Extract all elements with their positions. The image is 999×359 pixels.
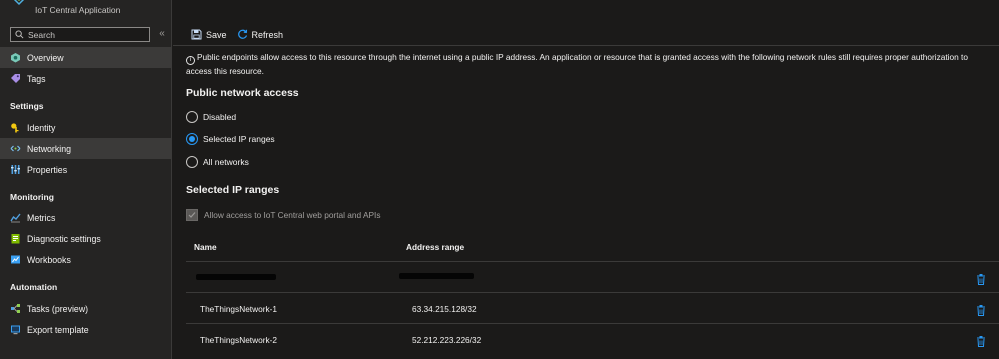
public-network-access-heading: Public network access bbox=[186, 87, 299, 99]
section-heading-settings: Settings bbox=[10, 101, 44, 111]
sidebar-item-properties[interactable]: Properties bbox=[0, 159, 172, 180]
sidebar-item-overview[interactable]: Overview bbox=[0, 47, 172, 68]
sidebar-item-label: Diagnostic settings bbox=[27, 233, 101, 244]
allow-portal-label: Allow access to IoT Central web portal a… bbox=[204, 210, 381, 220]
sidebar-item-label: Export template bbox=[27, 324, 89, 335]
app-header: IoT Central Application bbox=[0, 0, 172, 22]
refresh-icon bbox=[237, 29, 247, 39]
sidebar-item-label: Workbooks bbox=[27, 254, 71, 265]
radio-selected-ip-ranges[interactable]: Selected IP ranges bbox=[186, 133, 275, 145]
metrics-icon bbox=[10, 212, 21, 223]
checkmark-icon bbox=[188, 212, 196, 218]
tasks-icon bbox=[10, 303, 21, 314]
key-icon bbox=[10, 122, 21, 133]
radio-label: All networks bbox=[203, 157, 249, 167]
sidebar-item-label: Identity bbox=[27, 122, 56, 133]
sidebar-item-networking[interactable]: Networking bbox=[0, 138, 172, 159]
save-label: Save bbox=[206, 29, 227, 40]
row-name: TheThingsNetwork-1 bbox=[200, 304, 278, 314]
refresh-button[interactable]: Refresh bbox=[237, 29, 284, 40]
workbooks-icon bbox=[10, 254, 21, 265]
sidebar: IoT Central Application « Overview Tags … bbox=[0, 0, 172, 359]
allow-portal-access-checkbox-row[interactable]: Allow access to IoT Central web portal a… bbox=[186, 209, 380, 221]
allow-portal-checkbox[interactable] bbox=[186, 209, 198, 221]
table-row bbox=[186, 261, 999, 292]
delete-icon[interactable] bbox=[976, 336, 986, 347]
search-box[interactable] bbox=[10, 27, 150, 42]
row-address-range: 52.212.223.226/32 bbox=[412, 335, 482, 345]
radio-disabled[interactable]: Disabled bbox=[186, 111, 236, 123]
main-content: Save Refresh i Public endpoints allow acc… bbox=[173, 0, 999, 359]
properties-icon bbox=[10, 164, 21, 175]
sidebar-item-workbooks[interactable]: Workbooks bbox=[0, 249, 172, 270]
info-icon: i bbox=[186, 56, 195, 65]
command-bar: Save Refresh bbox=[173, 24, 999, 46]
sidebar-item-metrics[interactable]: Metrics bbox=[0, 207, 172, 228]
table-row: TheThingsNetwork-2 52.212.223.226/32 bbox=[186, 323, 999, 354]
refresh-label: Refresh bbox=[251, 29, 284, 40]
radio-button[interactable] bbox=[186, 156, 198, 168]
app-subtitle: IoT Central Application bbox=[35, 5, 121, 15]
save-icon bbox=[191, 29, 202, 40]
radio-label: Disabled bbox=[203, 112, 237, 122]
sidebar-item-diagnostic-settings[interactable]: Diagnostic settings bbox=[0, 228, 172, 249]
section-heading-automation: Automation bbox=[10, 282, 58, 292]
section-heading-monitoring: Monitoring bbox=[10, 192, 54, 202]
delete-icon[interactable] bbox=[976, 274, 986, 285]
radio-button[interactable] bbox=[186, 111, 198, 123]
tag-icon bbox=[10, 73, 21, 84]
sidebar-item-label: Metrics bbox=[27, 212, 56, 223]
column-header-name: Name bbox=[194, 242, 217, 252]
column-header-address-range: Address range bbox=[406, 242, 465, 252]
iot-central-logo-icon bbox=[13, 0, 25, 6]
search-input[interactable] bbox=[28, 29, 138, 40]
radio-button-checked[interactable] bbox=[186, 133, 198, 145]
sidebar-item-label: Properties bbox=[27, 164, 68, 175]
sidebar-item-label: Networking bbox=[27, 143, 72, 154]
search-icon bbox=[15, 30, 24, 39]
overview-icon bbox=[10, 52, 21, 63]
row-address-range: 63.34.215.128/32 bbox=[412, 304, 477, 314]
info-message-text: Public endpoints allow access to this re… bbox=[186, 52, 968, 76]
sidebar-item-label: Overview bbox=[27, 52, 64, 63]
redacted-address bbox=[399, 273, 474, 279]
delete-icon[interactable] bbox=[976, 305, 986, 316]
sidebar-item-identity[interactable]: Identity bbox=[0, 117, 172, 138]
row-name: TheThingsNetwork-2 bbox=[200, 335, 278, 345]
network-icon bbox=[10, 143, 21, 154]
radio-label: Selected IP ranges bbox=[203, 134, 275, 144]
sidebar-item-tags[interactable]: Tags bbox=[0, 68, 172, 89]
redacted-name bbox=[196, 274, 276, 280]
radio-all-networks[interactable]: All networks bbox=[186, 156, 249, 168]
export-icon bbox=[10, 324, 21, 335]
collapse-sidebar-icon[interactable]: « bbox=[156, 27, 168, 41]
save-button[interactable]: Save bbox=[191, 29, 227, 40]
selected-ip-ranges-heading: Selected IP ranges bbox=[186, 184, 280, 196]
table-row: TheThingsNetwork-1 63.34.215.128/32 bbox=[186, 292, 999, 323]
sidebar-item-label: Tags bbox=[27, 73, 46, 84]
info-message: i Public endpoints allow access to this r… bbox=[186, 51, 996, 77]
diagnostic-icon bbox=[10, 233, 21, 244]
sidebar-item-label: Tasks (preview) bbox=[27, 303, 89, 314]
sidebar-item-export-template[interactable]: Export template bbox=[0, 319, 172, 340]
sidebar-item-tasks[interactable]: Tasks (preview) bbox=[0, 298, 172, 319]
